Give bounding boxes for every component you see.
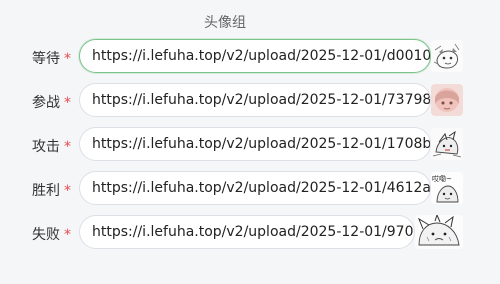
defeat-avatar-icon bbox=[415, 215, 463, 249]
url-input-attack[interactable] bbox=[79, 127, 431, 161]
url-input-defeat[interactable] bbox=[79, 215, 415, 249]
field-label-joining: 参战 * bbox=[32, 95, 71, 111]
sketch-avatar-icon bbox=[431, 40, 463, 72]
section-title: 头像组 bbox=[204, 15, 246, 31]
field-label-victory: 胜利 * bbox=[32, 183, 71, 199]
field-row-defeat: 失败 * bbox=[0, 215, 500, 251]
field-row-waiting: 等待 * bbox=[0, 39, 500, 75]
url-input-waiting[interactable] bbox=[79, 39, 431, 73]
attack-avatar-icon bbox=[431, 128, 463, 160]
pink-avatar-icon bbox=[431, 84, 463, 116]
required-mark: * bbox=[64, 139, 71, 155]
url-input-joining[interactable] bbox=[79, 83, 431, 117]
field-label-attack: 攻击 * bbox=[32, 139, 71, 155]
required-mark: * bbox=[64, 227, 71, 243]
field-row-victory: 胜利* 哎嘞~ bbox=[0, 171, 500, 207]
field-row-joining: 参战 * bbox=[0, 83, 500, 119]
field-row-attack: 攻击 * bbox=[0, 127, 500, 163]
field-label-defeat: 失败 * bbox=[32, 227, 71, 243]
url-input-victory[interactable] bbox=[79, 171, 431, 205]
field-label-waiting: 等待 * bbox=[32, 51, 71, 67]
victory-avatar-icon: 哎嘞~ bbox=[431, 172, 463, 204]
required-mark: * bbox=[64, 51, 71, 67]
required-mark: * bbox=[64, 183, 71, 199]
victory-thumb-text: 哎嘞~ bbox=[432, 174, 452, 183]
required-mark: * bbox=[64, 95, 71, 111]
